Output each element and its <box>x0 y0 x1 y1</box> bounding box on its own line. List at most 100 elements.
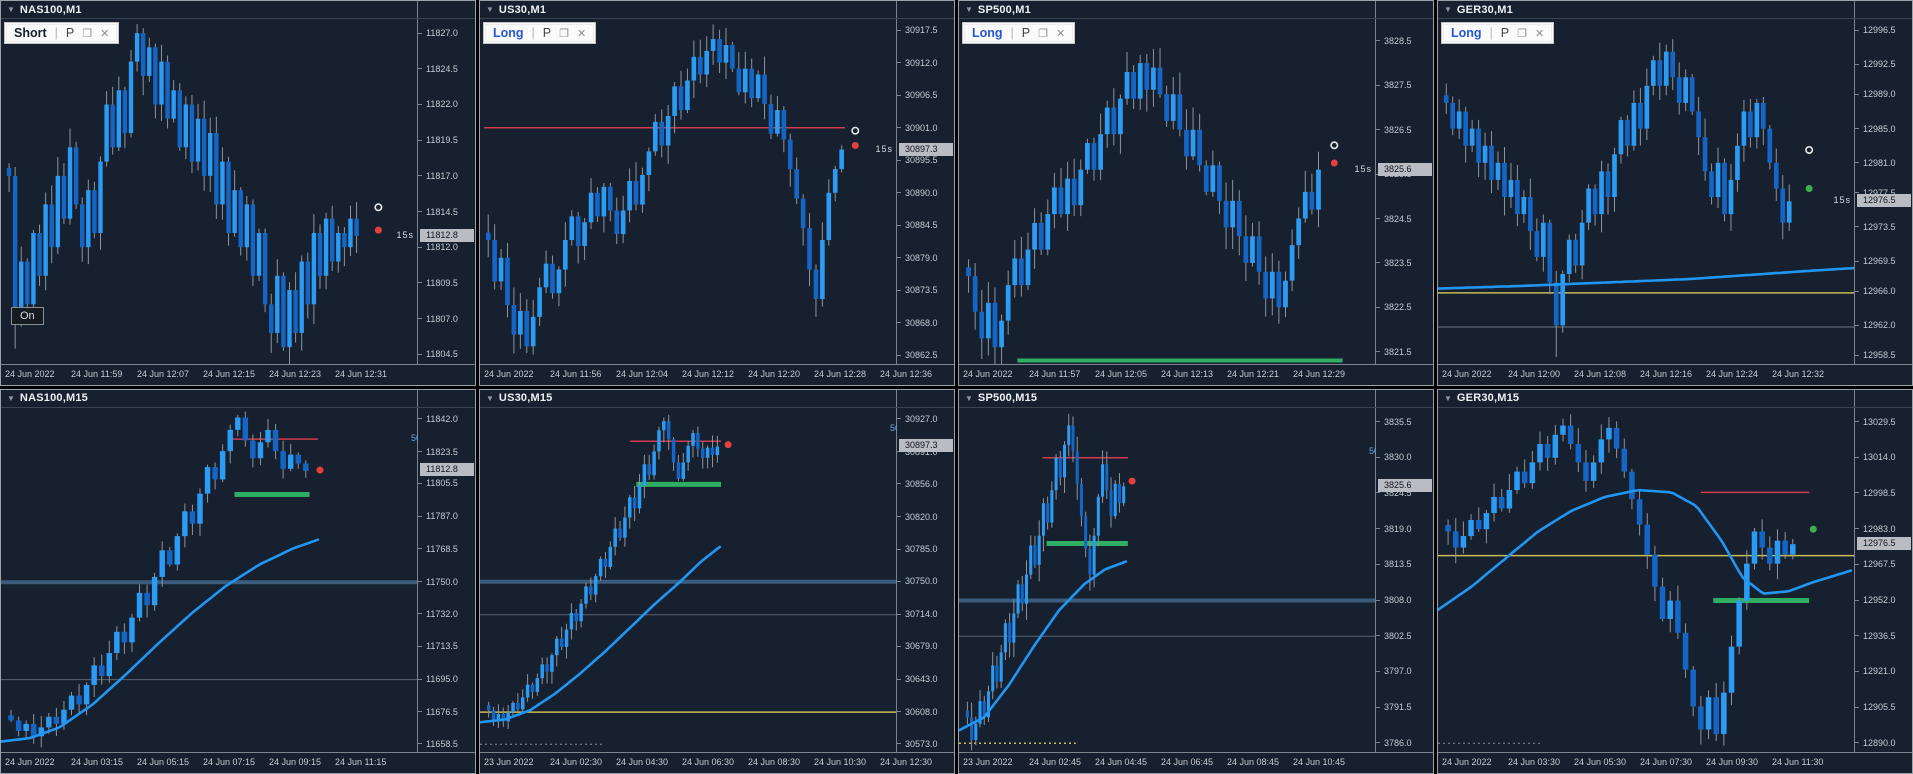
candle-body <box>1547 222 1553 283</box>
candle-body <box>742 68 748 93</box>
price-tick-label: 3827.5 <box>1376 80 1412 90</box>
candle-body <box>1276 271 1282 308</box>
time-axis-label: 24 Jun 07:15 <box>203 757 256 767</box>
chart-window-us30-m15[interactable]: ▼ US30,M15 50 30927.030891.030856.030820… <box>479 388 955 774</box>
time-axis[interactable]: 23 Jun 2022 24 Jun 02:45 24 Jun 04:45 24 Ju… <box>959 752 1433 773</box>
candle-body <box>1774 540 1781 564</box>
candle-body <box>323 218 329 276</box>
candle-body <box>1573 239 1578 266</box>
signal-dot-hollow <box>1805 145 1814 154</box>
candle-body <box>1690 669 1696 706</box>
candle-body <box>637 484 642 508</box>
popout-icon[interactable]: ❐ <box>559 27 569 40</box>
collapse-icon[interactable]: ▼ <box>1444 394 1452 403</box>
candle-body <box>1038 222 1044 250</box>
pending-button[interactable]: P <box>1022 26 1030 40</box>
collapse-icon[interactable]: ▼ <box>486 394 494 403</box>
pending-button[interactable]: P <box>1501 26 1509 40</box>
collapse-icon[interactable]: ▼ <box>486 5 494 14</box>
close-widget-icon[interactable]: ✕ <box>1056 27 1065 40</box>
chart-plot[interactable]: 15s <box>480 1 897 365</box>
time-axis[interactable]: 23 Jun 2022 24 Jun 02:30 24 Jun 04:30 24 Ju… <box>480 752 954 773</box>
chart-plot[interactable]: 15s <box>1438 1 1855 365</box>
candlestick-canvas[interactable] <box>1438 390 1855 754</box>
price-axis[interactable]: 11842.0 11823.5 11805.5 11787.0 11768.5 11750… <box>417 389 475 753</box>
price-axis[interactable]: 30917.5 30912.0 30906.5 30901.0 30895.5 30890… <box>896 1 954 365</box>
time-axis[interactable]: 24 Jun 2022 24 Jun 03:15 24 Jun 05:15 24 Ju… <box>1 752 475 773</box>
chart-plot[interactable] <box>1438 390 1855 754</box>
time-axis[interactable]: 24 Jun 2022 24 Jun 03:30 24 Jun 05:30 24 Ju… <box>1438 752 1912 773</box>
price-axis[interactable]: 12996.5 12992.5 12989.0 12985.0 12981.0 12977… <box>1854 1 1912 365</box>
price-axis[interactable]: 30927.030891.030856.030820.030785.030750… <box>896 389 954 753</box>
chart-window-ger30-m15[interactable]: ▼ GER30,M15 13029.5 13014.0 12998.5 12983.0… <box>1437 388 1913 774</box>
trade-side-label: Long <box>493 26 524 40</box>
chart-plot[interactable]: 50 <box>959 390 1376 754</box>
candlestick-canvas[interactable] <box>959 1 1376 365</box>
close-widget-icon[interactable]: ✕ <box>577 27 586 40</box>
ea-status-badge[interactable]: On <box>11 306 44 325</box>
chart-plot[interactable]: 50 <box>1 390 418 754</box>
chart-titlebar: ▼ SP500,M1 <box>959 1 1433 19</box>
time-axis[interactable]: 24 Jun 2022 24 Jun 11:56 24 Jun 12:04 24 Ju… <box>480 363 954 385</box>
candle-body <box>1469 128 1475 146</box>
axis-tick-mark <box>1855 226 1859 228</box>
candlestick-canvas[interactable] <box>959 390 1376 754</box>
price-axis[interactable]: 13029.5 13014.0 12998.5 12983.0 12967.5 12952… <box>1854 389 1912 753</box>
candlestick-canvas[interactable] <box>480 390 897 754</box>
candle-body <box>195 118 201 162</box>
candle-body <box>1101 463 1105 497</box>
candle-body <box>705 447 710 458</box>
candlestick-canvas[interactable] <box>1 390 418 754</box>
trade-widget[interactable]: Long | P ❐ ✕ <box>1441 22 1555 44</box>
close-widget-icon[interactable]: ✕ <box>100 27 109 40</box>
price-axis[interactable]: 3828.53827.53826.53825.53824.53823.53822… <box>1375 1 1433 365</box>
pending-button[interactable]: P <box>543 26 551 40</box>
price-axis[interactable]: 11827.0 11824.5 11822.0 11819.5 11817.0 11814… <box>417 1 475 365</box>
price-tick-label: 12992.5 <box>1855 59 1896 69</box>
popout-icon[interactable]: ❐ <box>1517 27 1527 40</box>
trade-widget[interactable]: Short | P ❐ ✕ <box>4 22 120 44</box>
close-widget-icon[interactable]: ✕ <box>1535 27 1544 40</box>
collapse-icon[interactable]: ▼ <box>7 5 15 14</box>
price-axis[interactable]: 3835.5 3830.0 3824.5 3819.0 3813.5 3808.0 3802… <box>1375 389 1433 753</box>
candle-body <box>995 664 999 682</box>
time-axis[interactable]: 24 Jun 2022 24 Jun 11:59 24 Jun 12:07 24 Ju… <box>1 363 475 385</box>
axis-tick-mark <box>1376 528 1380 530</box>
time-axis[interactable]: 24 Jun 2022 24 Jun 12:00 24 Jun 12:08 24 Ju… <box>1438 363 1912 385</box>
popout-icon[interactable]: ❐ <box>1038 27 1048 40</box>
collapse-icon[interactable]: ▼ <box>965 394 973 403</box>
trade-widget[interactable]: Long | P ❐ ✕ <box>483 22 597 44</box>
chart-plot[interactable]: 15s <box>959 1 1376 365</box>
time-axis-label: 24 Jun 02:45 <box>1029 757 1082 767</box>
time-axis-label: 24 Jun 12:05 <box>1095 368 1148 379</box>
chart-window-nas100-m1[interactable]: ▼ NAS100,M1 Short | P ❐ ✕ 15s On 11827.0 1… <box>0 0 476 386</box>
candle-body <box>116 90 121 148</box>
candle-body <box>174 535 181 564</box>
candlestick-canvas[interactable] <box>1438 1 1855 365</box>
popout-icon[interactable]: ❐ <box>82 27 92 40</box>
chart-plot[interactable]: 50 <box>480 390 897 754</box>
candle-body <box>1084 515 1088 549</box>
collapse-icon[interactable]: ▼ <box>1444 5 1452 14</box>
axis-tick-mark <box>418 418 422 420</box>
candle-body <box>1767 128 1773 163</box>
price-tick-label: 30879.0 <box>897 253 938 263</box>
pending-button[interactable]: P <box>66 26 74 40</box>
collapse-icon[interactable]: ▼ <box>965 5 973 14</box>
candle-body <box>1502 162 1507 198</box>
price-tick-label: 12981.0 <box>1855 158 1896 168</box>
chart-window-ger30-m1[interactable]: ▼ GER30,M1 Long | P ❐ ✕ 15s 12996.5 12992… <box>1437 0 1913 386</box>
chart-window-nas100-m15[interactable]: ▼ NAS100,M15 50 11842.0 11823.5 11805.5 117… <box>0 388 476 774</box>
axis-tick-mark <box>1855 706 1859 708</box>
chart-window-sp500-m15[interactable]: ▼ SP500,M15 50 3835.53830.03824.53819.03… <box>958 388 1434 774</box>
candle-body <box>1521 471 1528 483</box>
chart-window-us30-m1[interactable]: ▼ US30,M1 Long | P ❐ ✕ 15s 30917.5 30912.… <box>479 0 955 386</box>
candlestick-canvas[interactable] <box>1 1 418 365</box>
time-axis[interactable]: 24 Jun 2022 24 Jun 11:57 24 Jun 12:05 24 Ju… <box>959 363 1433 385</box>
chart-plot[interactable]: 15s On <box>1 1 418 365</box>
candle-body <box>992 302 998 348</box>
chart-window-sp500-m1[interactable]: ▼ SP500,M1 Long | P ❐ ✕ 15s 3828.5 3827.5… <box>958 0 1434 386</box>
candlestick-canvas[interactable] <box>480 1 897 365</box>
collapse-icon[interactable]: ▼ <box>7 394 15 403</box>
trade-widget[interactable]: Long | P ❐ ✕ <box>962 22 1076 44</box>
